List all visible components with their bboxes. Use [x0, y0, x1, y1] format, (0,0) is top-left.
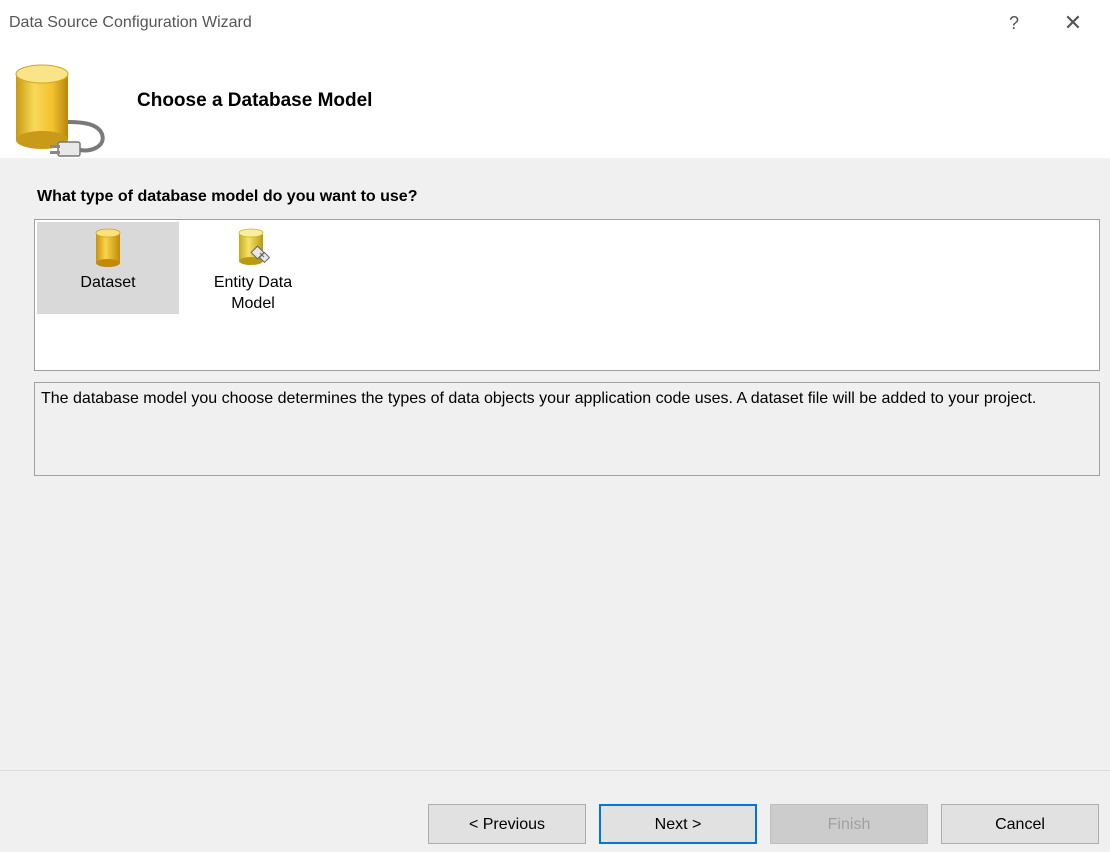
help-button[interactable]: ?	[1002, 10, 1026, 36]
model-item-dataset[interactable]: Dataset	[37, 222, 179, 314]
model-item-label: Dataset	[80, 274, 136, 291]
question-label: What type of database model do you want …	[37, 188, 418, 205]
database-connection-icon	[15, 64, 105, 157]
database-model-list[interactable]: Dataset Entity Data Model	[34, 219, 1100, 371]
window-title: Data Source Configuration Wizard	[9, 14, 252, 31]
model-item-entity-data-model[interactable]: Entity Data Model	[182, 222, 324, 314]
previous-button[interactable]: < Previous	[428, 804, 586, 844]
database-icon	[95, 228, 121, 267]
model-description: The database model you choose determines…	[34, 382, 1100, 476]
next-button[interactable]: Next >	[599, 804, 757, 844]
page-title: Choose a Database Model	[137, 90, 373, 111]
cancel-button[interactable]: Cancel	[941, 804, 1099, 844]
entity-data-model-icon	[238, 228, 271, 265]
title-bar: Data Source Configuration Wizard ? ✕	[0, 0, 1110, 48]
wizard-header: Choose a Database Model	[0, 48, 1110, 158]
wizard-content: What type of database model do you want …	[0, 158, 1110, 770]
wizard-footer: < Previous Next > Finish Cancel	[0, 770, 1110, 852]
finish-button[interactable]: Finish	[770, 804, 928, 844]
close-button[interactable]: ✕	[1056, 10, 1090, 36]
model-item-label: Entity Data Model	[213, 274, 293, 312]
